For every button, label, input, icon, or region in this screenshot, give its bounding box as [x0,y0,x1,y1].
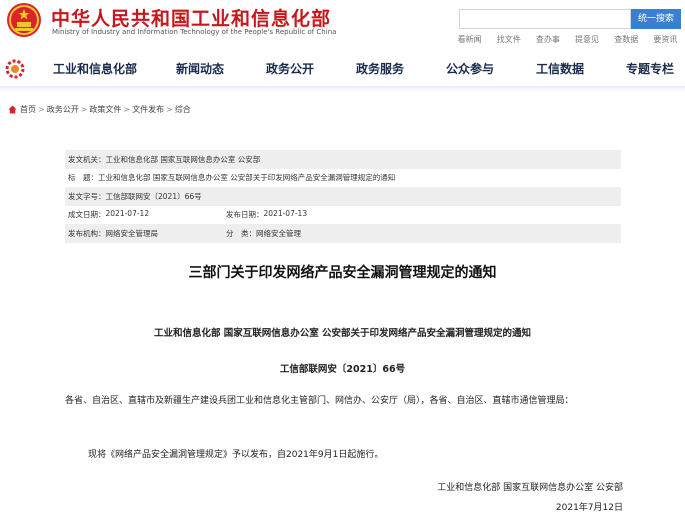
search-button[interactable]: 统一搜索 [631,9,681,29]
document-number: 工信部联网安〔2021〕66号 [279,364,406,375]
meta-issuer-value: 工业和信息化部 国家互联网信息办公室 公安部 [105,154,261,164]
meta-row-org: 发布机构： 网络安全管理局 分 类： 网络安全管理 [65,224,621,243]
meta-docno-value: 工信部联网安〔2021〕66号 [105,191,202,201]
quick-links: 看新闻 找文件 查办事 提意见 查数据 要资讯 [450,34,685,45]
meta-category-value: 网络安全管理 [256,228,301,238]
nav-item-gov-services[interactable]: 政务服务 [356,60,404,77]
document-addressees: 各省、自治区、直辖市及新疆生产建设兵团工业和信息化主管部门、网信办、公安厅（局）… [65,396,574,406]
meta-issuer-label: 发文机关： [68,154,106,164]
meta-row-title: 标 题： 工业和信息化部 国家互联网信息办公室 公安部关于印发网络产品安全漏洞管… [65,169,621,188]
quick-link-news[interactable]: 看新闻 [458,34,482,45]
meta-created-value: 2021-07-12 [105,209,150,219]
meta-created-label: 成文日期： [68,210,106,220]
site-header: 中华人民共和国工业和信息化部 Ministry of Industry and … [0,0,685,50]
site-subtitle: Ministry of Industry and Information Tec… [52,28,337,36]
document-subtitle: 工业和信息化部 国家互联网信息办公室 公安部关于印发网络产品安全漏洞管理规定的通… [153,328,532,339]
breadcrumb-separator: > [80,105,88,114]
main-nav: 工业和信息化部 新闻动态 政务公开 政务服务 公众参与 工信数据 专题专栏 [0,52,685,86]
nav-item-data[interactable]: 工信数据 [536,60,584,77]
document-date: 2021年7月12日 [555,503,623,513]
meta-row-issuer: 发文机关： 工业和信息化部 国家互联网信息办公室 公安部 [65,150,621,169]
meta-row-dates: 成文日期： 2021-07-12 发布日期： 2021-07-13 [65,206,621,225]
meta-org-value: 网络安全管理局 [105,228,159,238]
meta-published-label: 发布日期： [226,210,264,220]
search-input[interactable] [459,9,631,29]
nav-item-public-participation[interactable]: 公众参与 [446,60,494,77]
nav-item-ministry[interactable]: 工业和信息化部 [53,60,137,77]
document-metadata: 发文机关： 工业和信息化部 国家互联网信息办公室 公安部 标 题： 工业和信息化… [65,150,621,243]
site-title[interactable]: 中华人民共和国工业和信息化部 [51,4,331,31]
meta-title-label: 标 题： [68,173,98,183]
nav-divider [0,86,685,92]
national-emblem-icon [7,3,41,37]
quick-link-files[interactable]: 找文件 [497,34,521,45]
document-title: 三部门关于印发网络产品安全漏洞管理规定的通知 [188,265,497,281]
quick-link-services[interactable]: 查办事 [536,34,560,45]
nav-item-gov-affairs[interactable]: 政务公开 [266,60,314,77]
breadcrumb-separator: > [166,105,173,114]
document-body-paragraph: 现将《网络产品安全漏洞管理规定》予以发布，自2021年9月1日起施行。 [88,450,384,460]
meta-published-value: 2021-07-13 [263,209,308,219]
meta-row-docno: 发文字号： 工信部联网安〔2021〕66号 [65,187,621,206]
document-signature: 工业和信息化部 国家互联网信息办公室 公安部 [437,483,623,493]
breadcrumb-separator: > [123,105,131,114]
quick-link-info[interactable]: 要资讯 [653,34,677,45]
nav-item-topics[interactable]: 专题专栏 [626,60,674,77]
home-icon [8,105,17,114]
breadcrumb-general[interactable]: 综合 [175,104,191,115]
quick-link-feedback[interactable]: 提意见 [575,34,599,45]
breadcrumb-separator: > [38,105,45,114]
nav-item-news[interactable]: 新闻动态 [176,60,224,77]
breadcrumb: 首页 > 政务公开 > 政策文件 > 文件发布 > 综合 [8,104,191,115]
meta-category-label: 分 类： [226,228,256,238]
meta-docno-label: 发文字号： [68,191,106,201]
meta-title-value: 工业和信息化部 国家互联网信息办公室 公安部关于印发网络产品安全漏洞管理规定的通… [98,173,396,183]
quick-link-data[interactable]: 查数据 [614,34,638,45]
meta-org-label: 发布机构： [68,228,106,238]
breadcrumb-gov-affairs[interactable]: 政务公开 [47,104,79,115]
breadcrumb-policy-files[interactable]: 政策文件 [89,104,121,115]
breadcrumb-file-release[interactable]: 文件发布 [132,104,164,115]
breadcrumb-home[interactable]: 首页 [20,104,36,115]
gear-logo-icon [5,59,25,79]
